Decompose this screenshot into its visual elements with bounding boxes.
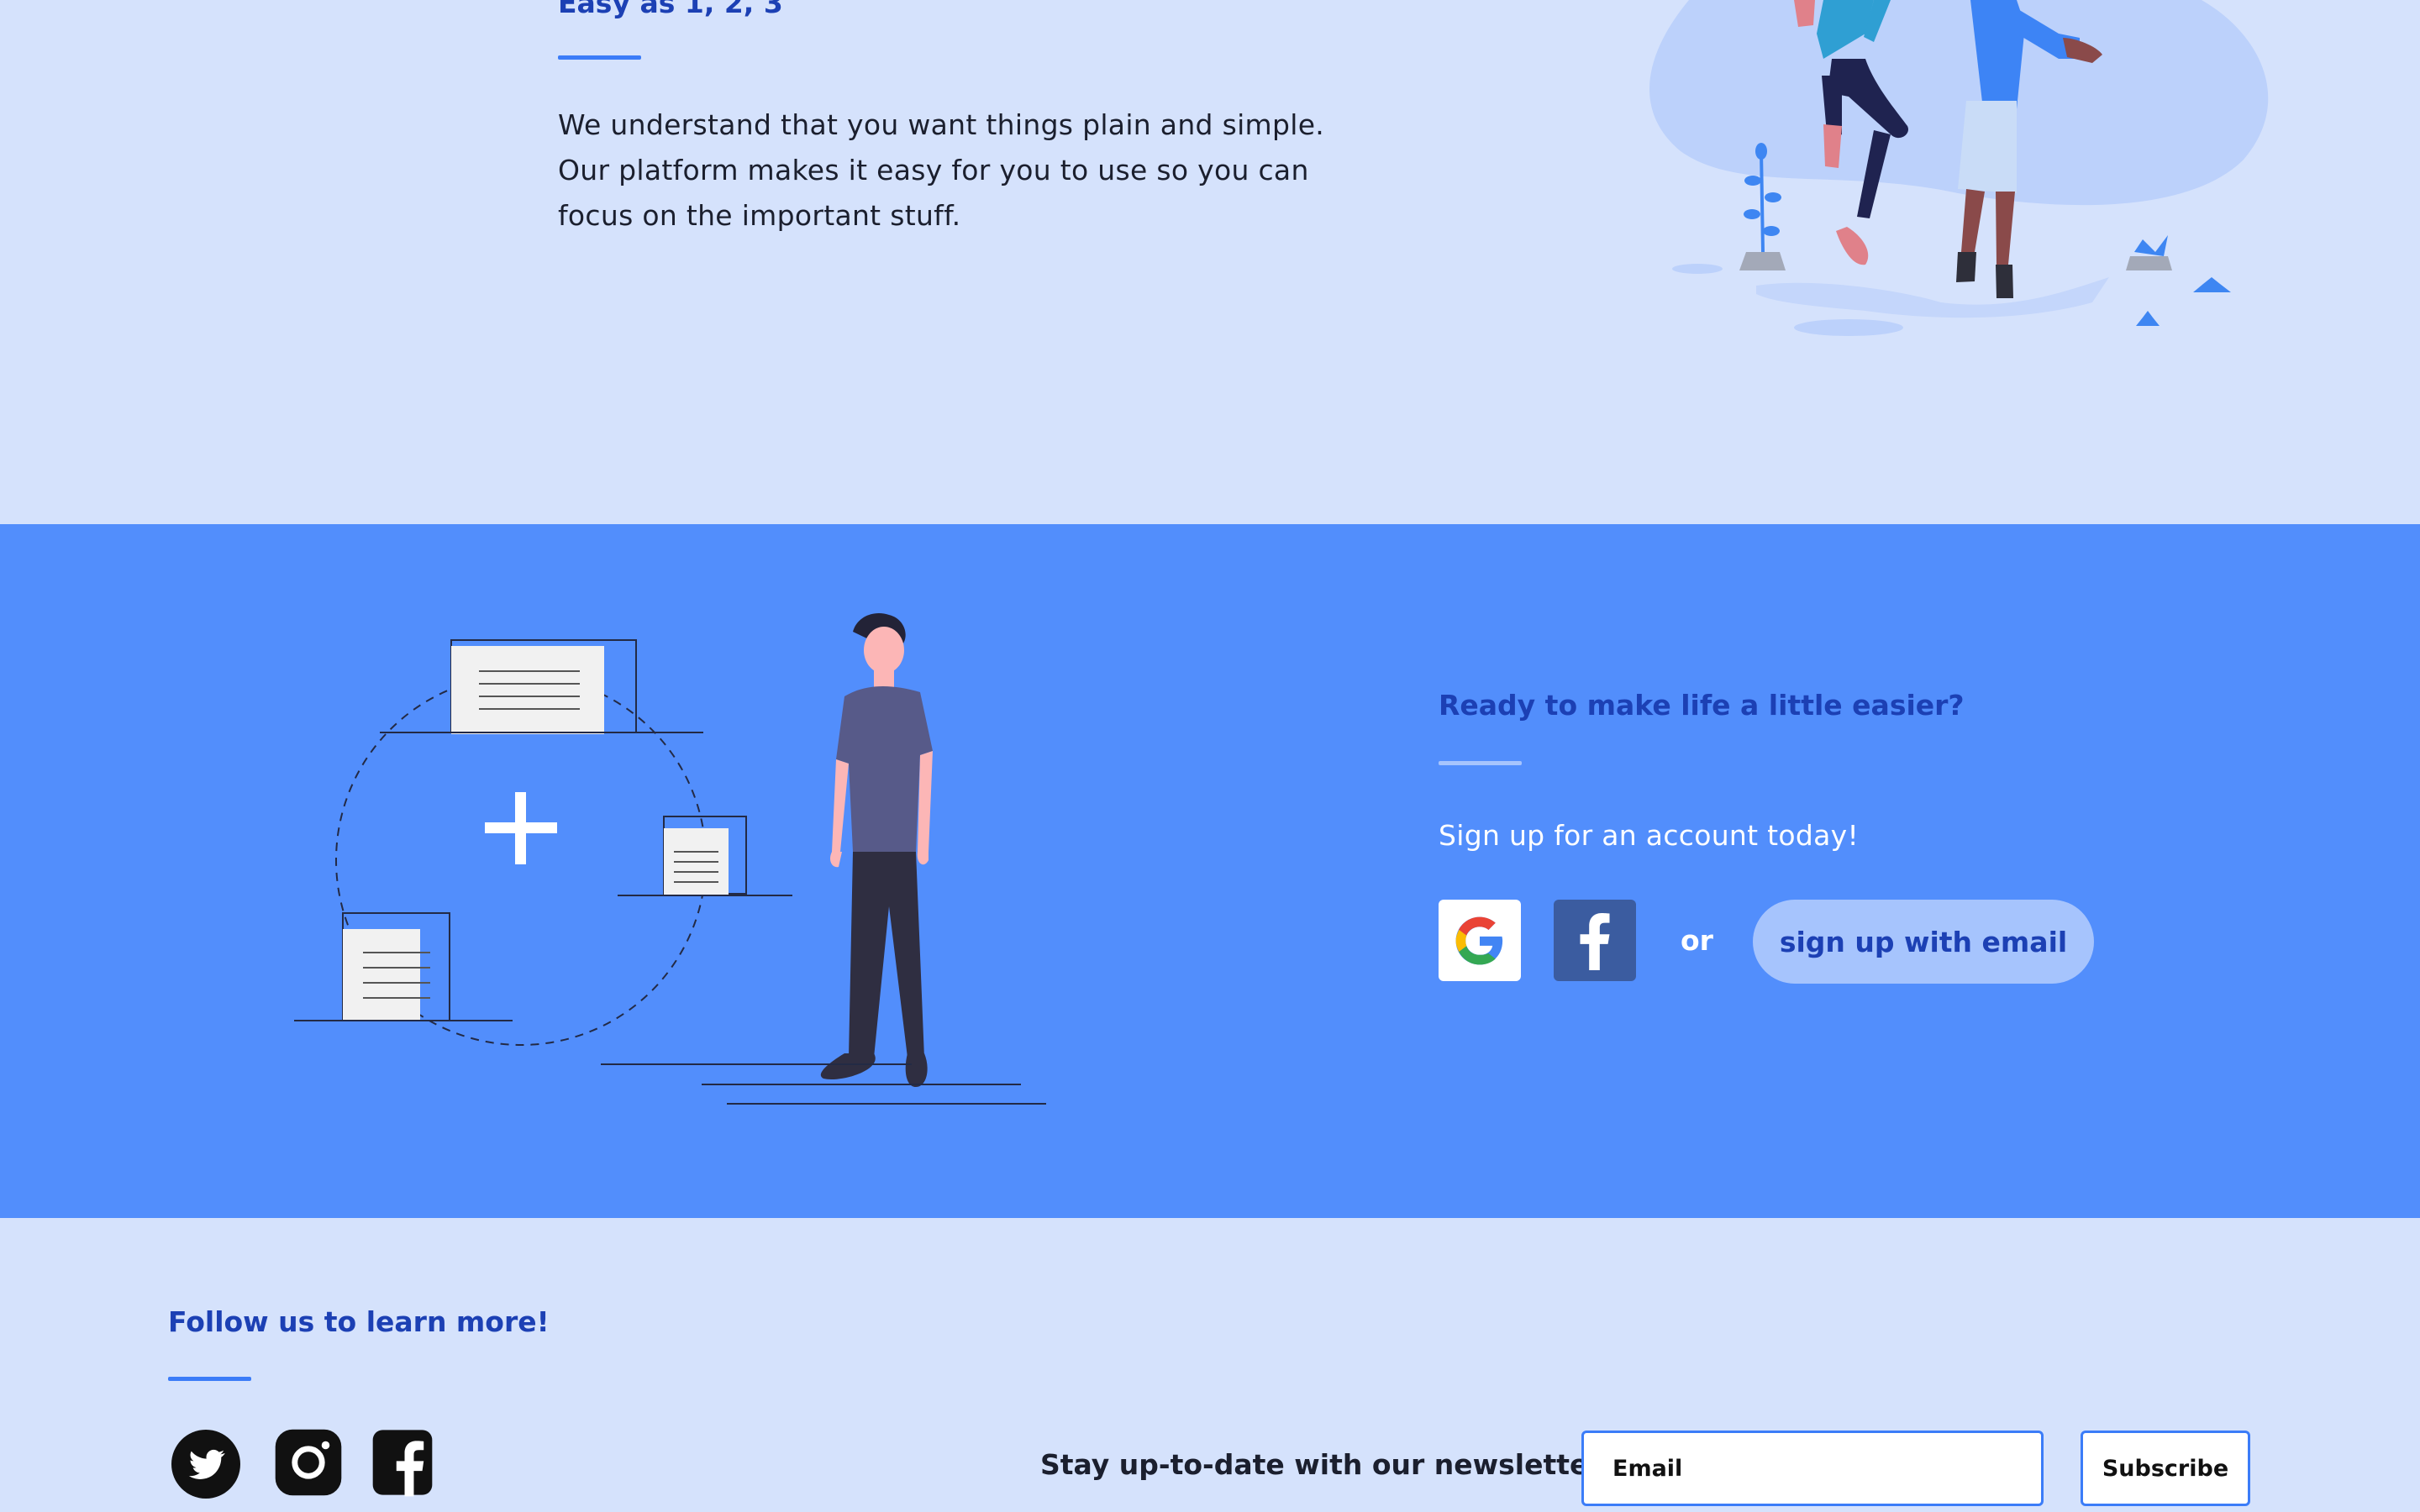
- facebook-link[interactable]: [371, 1428, 434, 1497]
- signup-section: Ready to make life a little easier? Sign…: [0, 524, 2420, 1218]
- or-separator: or: [1681, 924, 1713, 957]
- feature-heading-underline: [558, 55, 641, 60]
- facebook-signup-button[interactable]: [1554, 900, 1636, 981]
- feature-section: Easy as 1, 2, 3 We understand that you w…: [0, 0, 2420, 524]
- documents-illustration: [294, 613, 1046, 1105]
- google-icon: [1455, 916, 1503, 964]
- newsletter-label: Stay up-to-date with our newsletter:: [1040, 1448, 1613, 1481]
- google-signup-button[interactable]: [1439, 900, 1521, 981]
- facebook-icon: [1580, 912, 1610, 970]
- facebook-icon: [372, 1430, 433, 1497]
- subscribe-button[interactable]: Subscribe: [2081, 1431, 2250, 1506]
- signup-heading: Ready to make life a little easier?: [1439, 689, 1965, 722]
- signup-subtitle: Sign up for an account today!: [1439, 819, 1860, 852]
- instagram-icon: [275, 1429, 342, 1496]
- twitter-icon: [171, 1430, 240, 1499]
- follow-heading-underline: [168, 1377, 251, 1381]
- email-signup-button[interactable]: sign up with email: [1753, 900, 2094, 984]
- jumping-people-illustration: [1649, 0, 2269, 336]
- twitter-link[interactable]: [171, 1430, 240, 1499]
- signup-heading-underline: [1439, 761, 1522, 765]
- instagram-link[interactable]: [274, 1428, 343, 1497]
- feature-heading: Easy as 1, 2, 3: [558, 0, 783, 19]
- footer: Follow us to learn more! Stay up-to-date…: [0, 1218, 2420, 1512]
- feature-description: We understand that you want things plain…: [558, 108, 1325, 232]
- follow-heading: Follow us to learn more!: [168, 1305, 550, 1338]
- newsletter-email-input[interactable]: [1581, 1431, 2044, 1506]
